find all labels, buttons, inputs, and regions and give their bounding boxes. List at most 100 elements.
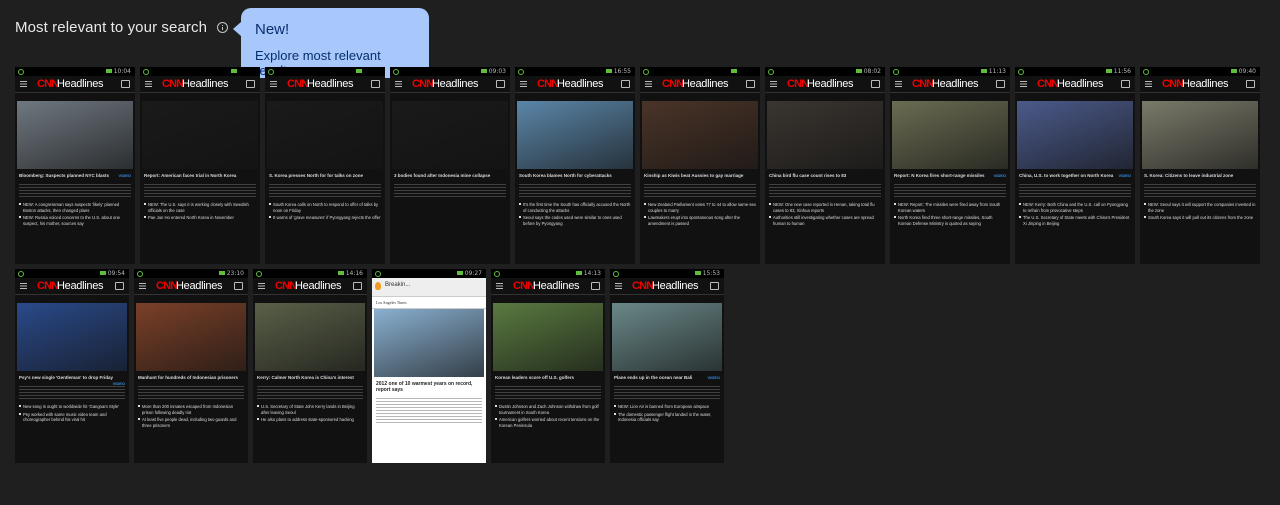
status-time: 09:27: [464, 270, 482, 277]
app-name: Headlines: [307, 78, 354, 90]
article-photo: [642, 101, 758, 169]
article-text: [269, 184, 381, 198]
cnn-logo: CNN: [513, 280, 535, 292]
article-photo: [142, 101, 258, 169]
share-icon: [246, 80, 255, 88]
battery-icon: [576, 271, 582, 275]
dateline: [253, 295, 367, 303]
story-bullet: NEW: One new case reported in Henan, tak…: [765, 201, 885, 214]
result-screenshot[interactable]: 09:03 CNN Headlines 3 bodies found after In…: [390, 67, 510, 264]
dateline: [134, 295, 248, 303]
share-icon: [710, 282, 719, 290]
notification-icon: [1018, 69, 1024, 75]
app-bar: CNN Headlines: [1015, 76, 1135, 93]
video-tag: VIDEO: [707, 375, 720, 380]
article-photo: [17, 303, 127, 371]
battery-icon: [1231, 69, 1237, 73]
dateline: [1015, 93, 1135, 101]
story-bullet: South Korea says it will pull out its ci…: [1140, 214, 1260, 222]
results-header: Most relevant to your search: [15, 19, 229, 36]
story-bullet: U.S. Secretary of State John Kerry lands…: [253, 403, 367, 416]
result-screenshot[interactable]: CNN Headlines S. Korea presses North for f…: [265, 67, 385, 264]
section-title: Most relevant to your search: [15, 19, 208, 36]
dateline: [15, 295, 129, 303]
app-bar: CNN Headlines: [390, 76, 510, 93]
menu-icon: [139, 283, 146, 289]
app-bar: CNN Headlines: [140, 76, 260, 93]
article-text: [1144, 184, 1256, 198]
story-bullet: NEW: A congressman says suspects 'likely…: [15, 201, 135, 214]
app-name: Headlines: [57, 78, 104, 90]
dateline: [765, 93, 885, 101]
app-name: Headlines: [682, 78, 729, 90]
result-screenshot[interactable]: 14:13 CNN Headlines Korean leaders score of…: [491, 269, 605, 463]
story-bullet: NEW: Lion Air is banned from European ai…: [610, 403, 724, 411]
result-screenshot[interactable]: 10:04 CNN Headlines Bloomberg: Suspects pla…: [15, 67, 135, 264]
story-bullet: Dustin Johnson and Zach Johnson withdraw…: [491, 403, 605, 416]
result-screenshot[interactable]: 09:40 CNN Headlines S. Korea: Citizens to l…: [1140, 67, 1260, 264]
article-headline: Psy's new single 'Gentleman' to drop Fri…: [15, 371, 129, 386]
article-text: [894, 184, 1006, 198]
cnn-logo: CNN: [156, 280, 178, 292]
battery-icon: [481, 69, 487, 73]
result-screenshot[interactable]: 09:27 Breakin... Los Angeles Times 2012 one…: [372, 269, 486, 463]
notification-icon: [18, 271, 24, 277]
cnn-logo: CNN: [1162, 78, 1184, 90]
result-screenshot[interactable]: 14:16 CNN Headlines Kerry: Calmer North Kor…: [253, 269, 367, 463]
info-icon[interactable]: [217, 22, 229, 33]
article-photo: [136, 303, 246, 371]
screenshot-row-1: 10:04 CNN Headlines Bloomberg: Suspects pla…: [15, 67, 1260, 264]
app-bar: CNN Headlines: [134, 278, 248, 295]
article-headline: Report: American faces trial in North Ko…: [140, 169, 260, 181]
article-text: [138, 386, 244, 400]
share-icon: [621, 80, 630, 88]
status-bar: 10:04: [15, 67, 135, 76]
dateline: [890, 93, 1010, 101]
status-bar: 23:10: [134, 269, 248, 278]
status-time: 08:02: [863, 68, 881, 75]
share-icon: [1246, 80, 1255, 88]
app-name: Headlines: [652, 280, 699, 292]
result-screenshot[interactable]: 15:53 CNN Headlines Plane ends up in the oc…: [610, 269, 724, 463]
result-screenshot[interactable]: CNN Headlines Report: American faces trial…: [140, 67, 260, 264]
article-photo: [267, 101, 383, 169]
article-text: [614, 386, 720, 400]
app-name: Headlines: [1057, 78, 1104, 90]
article-photo: [767, 101, 883, 169]
app-name: Headlines: [176, 280, 223, 292]
menu-icon: [1145, 81, 1152, 87]
story-bullet: Lawmakers erupt into spontaneous song af…: [640, 214, 760, 227]
app-bar: CNN Headlines: [640, 76, 760, 93]
story-bullet: It warns of 'grave measures' if Pyongyan…: [265, 214, 385, 222]
video-tag: VIDEO: [118, 173, 131, 178]
article-photo: [374, 309, 484, 377]
app-bar: CNN Headlines: [265, 76, 385, 93]
article-text: [257, 386, 363, 400]
app-bar: CNN Headlines: [765, 76, 885, 93]
share-icon: [121, 80, 130, 88]
result-screenshot[interactable]: 08:02 CNN Headlines China bird flu case cou…: [765, 67, 885, 264]
story-bullet: The domestic passenger flight landed in …: [610, 411, 724, 424]
result-screenshot[interactable]: 09:54 CNN Headlines Psy's new single 'Gentl…: [15, 269, 129, 463]
story-bullet: More than 200 inmates escaped from Indon…: [134, 403, 248, 416]
article-headline: Kinship as Kiwis beat Aussies to gay mar…: [640, 169, 760, 181]
battery-icon: [231, 69, 237, 73]
result-screenshot[interactable]: 16:55 CNN Headlines South Korea blames Nort…: [515, 67, 635, 264]
result-screenshot[interactable]: 11:56 CNN Headlines China, U.S. to work tog…: [1015, 67, 1135, 264]
share-icon: [591, 282, 600, 290]
share-icon: [353, 282, 362, 290]
app-bar: CNN Headlines: [15, 278, 129, 295]
browser-tab-bar: Breakin...: [372, 278, 486, 297]
dateline: [610, 295, 724, 303]
result-screenshot[interactable]: 11:13 CNN Headlines Report: N Korea fires s…: [890, 67, 1010, 264]
notification-icon: [643, 69, 649, 75]
result-screenshot[interactable]: 23:10 CNN Headlines Manhunt for hundreds of…: [134, 269, 248, 463]
article-text: [644, 184, 756, 198]
browser-tab-title: Breakin...: [385, 282, 411, 288]
story-bullet: At least five people dead, including two…: [134, 416, 248, 429]
story-bullet: NEW: Russia voiced concerns to the U.S. …: [15, 214, 135, 227]
headline-text: Bloomberg: Suspects planned NYC blasts: [19, 173, 110, 178]
article-text: [19, 386, 125, 400]
article-text: [769, 184, 881, 198]
result-screenshot[interactable]: CNN Headlines Kinship as Kiwis beat Aussie…: [640, 67, 760, 264]
